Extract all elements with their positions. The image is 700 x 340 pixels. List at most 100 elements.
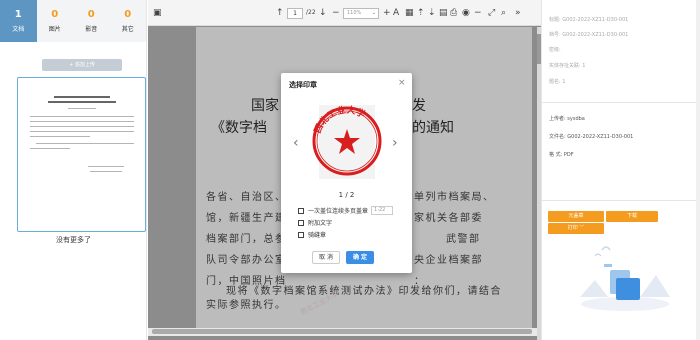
zoom-select[interactable]: 110% ⌄ [343,8,379,19]
file-type-tabs: 1 文档 0 图片 0 影音 0 其它 [0,0,146,42]
seal-image: 西北工业大学 [312,104,382,179]
detail-security: 密级: [549,47,561,53]
detail-uploader: 上传者: sysdba [549,116,585,122]
detail-entity: 实体存址关联: 1 [549,63,586,69]
seal-button[interactable]: 元盖章 [548,211,604,222]
doc-body-line: 央企业档案部 [414,255,483,266]
details-panel: 标题: G002-2022-XZ11-D30-001 档号: G002-2022… [541,0,700,340]
tab-count: 0 [87,9,95,20]
thumb-text-line [36,143,134,144]
option-seam-seal[interactable]: 骑缝章 [298,230,326,239]
detail-format: 格 式: PDF [549,152,574,158]
option-multi-page[interactable]: 一次盖位连续多页盖章 1-22 [298,206,394,215]
thumb-text-line [68,108,96,109]
thumb-text-line [30,126,134,127]
right-scrollbar[interactable] [696,0,700,340]
no-more-text: 没有更多了 [56,236,91,244]
detail-title: 标题: G002-2022-XZ11-D30-001 [549,17,629,23]
viewer-toolbar: ▣ ↑ 1 /22 ↓ − 110% ⌄ + A ▦ ⇡ ⇣ ▤ ⎙ ◉ − ⤢ … [148,0,541,26]
checkbox[interactable] [298,207,304,214]
append-upload-button[interactable]: + 追加上传 [42,59,122,71]
thumb-text-line [30,148,70,149]
page-number-input[interactable]: 1 [287,8,303,19]
select-seal-dialog: 选择印章 × ‹ › 西北工业大学 1 / 2 一次盖位连续多页盖章 1-22 [281,73,412,273]
download-button[interactable]: 下载 [606,211,658,222]
zoom-in-icon[interactable]: + [383,7,391,19]
option-attach-text[interactable]: 附加文字 [298,218,332,227]
tab-label: 图片 [48,26,61,33]
download-icon[interactable]: ⇣ [428,7,436,19]
thumb-text-line [30,116,134,117]
thumb-text-line [30,121,134,122]
tab-count: 1 [14,9,22,20]
search-icon[interactable]: ⌕ [501,7,506,19]
thumb-text-line [88,166,124,167]
doc-title-left: 《数字档 [211,120,267,136]
checkbox[interactable] [298,231,304,238]
page-range-input[interactable]: 1-22 [371,206,394,215]
app-root: 1 文档 0 图片 0 影音 0 其它 + 追加上传 没有更多了 ▣ ↑ 1 /… [0,0,700,340]
tab-label: 文档 [12,26,25,33]
upload-icon[interactable]: ⇡ [417,7,425,19]
prev-page-icon[interactable]: ↑ [276,7,284,19]
page-total: /22 [306,9,316,16]
empty-folder-illustration-icon [580,246,670,311]
file-list-panel: 1 文档 0 图片 0 影音 0 其它 + 追加上传 没有更多了 [0,0,147,340]
thumb-title-line [54,96,110,98]
save-icon[interactable]: ▤ [439,7,448,19]
tab-label: 其它 [121,26,134,33]
doc-body-line: 家机关各部委 [414,213,483,224]
tab-other[interactable]: 0 其它 [110,0,147,42]
thumb-title-line [48,101,116,103]
tab-documents[interactable]: 1 文档 [0,0,37,42]
divider [542,102,698,103]
horizontal-scroll-thumb[interactable] [152,329,532,334]
detail-filename: 文件名: G002-2022-XZ11-D30-001 [549,134,634,140]
doc-body-line: 实际参照执行。 [206,300,287,311]
more-tools-icon[interactable]: » [515,7,521,19]
tab-images[interactable]: 0 图片 [37,0,74,42]
zoom-value: 110% [347,10,362,16]
tab-count: 0 [124,9,132,20]
seal-counter: 1 / 2 [338,191,355,199]
view-icon[interactable]: ◉ [462,7,470,19]
doc-body-line: 档案部门，总参 [206,234,287,245]
minus-icon[interactable]: − [474,7,482,19]
tab-label: 影音 [85,26,98,33]
detail-code: 档号: G002-2022-XZ11-D30-001 [549,32,629,38]
doc-title-right: 的通知 [412,120,454,136]
doc-title-left: 国家 [251,98,279,114]
option-label: 一次盖位连续多页盖章 [308,208,369,215]
seal-preview[interactable]: 西北工业大学 [305,99,389,183]
cancel-button[interactable]: 取 消 [312,251,340,264]
checkbox[interactable] [298,219,304,226]
doc-title-right: 发 [412,98,426,114]
thumb-text-line [30,131,134,132]
doc-body-line: 队司令部办公室 [206,255,287,266]
next-page-icon[interactable]: ↓ [319,7,327,19]
chevron-down-icon: ⌄ [371,10,376,16]
print-icon[interactable]: ⎙ [450,7,457,19]
document-thumbnail[interactable] [17,77,146,232]
option-label: 骑缝章 [308,232,327,239]
close-icon[interactable]: × [398,78,406,88]
detail-pages: 题名: 1 [549,79,566,85]
image-tool-icon[interactable]: ▦ [405,7,414,19]
doc-body-line: 馆，新疆生产建 [206,213,287,224]
chevron-right-icon[interactable]: › [392,135,398,151]
sidebar-toggle-icon[interactable]: ▣ [153,7,162,19]
thumb-text-line [90,171,122,172]
fit-page-icon[interactable]: ⤢ [488,7,495,19]
option-label: 附加文字 [308,220,333,227]
confirm-button[interactable]: 确 定 [346,251,374,264]
text-tool-icon[interactable]: A [393,7,399,19]
print-button[interactable]: 打印 ﹀ [548,223,604,234]
doc-body-line: 武警部 [446,234,481,245]
zoom-out-icon[interactable]: − [332,7,340,19]
tab-media[interactable]: 0 影音 [73,0,110,42]
chevron-left-icon[interactable]: ‹ [293,135,299,151]
doc-body-line: 单列市档案局、 [414,192,495,203]
tab-count: 0 [51,9,59,20]
thumb-text-line [30,136,90,137]
divider [542,200,698,201]
